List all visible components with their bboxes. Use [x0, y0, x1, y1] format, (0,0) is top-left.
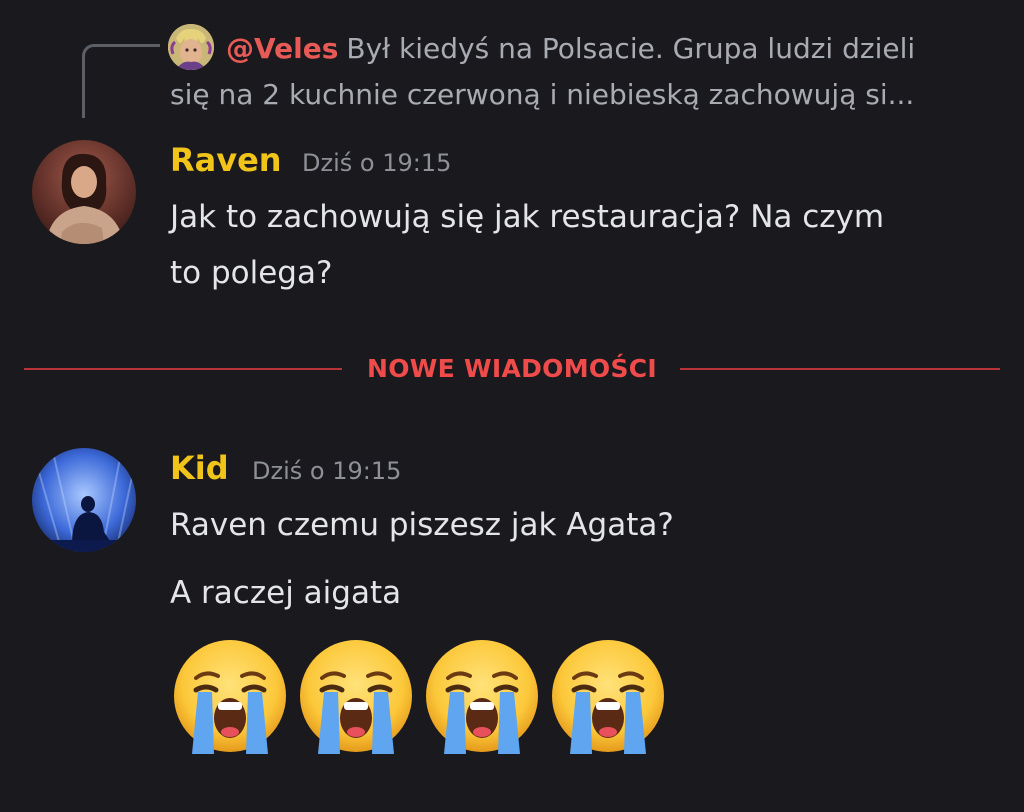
message-timestamp: Dziś o 19:15 [302, 149, 452, 177]
new-messages-divider-line-right [680, 368, 1000, 370]
message-text-line: A raczej aigata [170, 575, 402, 611]
new-messages-divider-line-left [24, 368, 342, 370]
message-timestamp: Dziś o 19:15 [252, 457, 402, 485]
reply-preview[interactable]: @Veles Był kiedyś na Polsacie. Grupa ludz… [170, 26, 1006, 111]
message-text-line: to polega? [170, 255, 333, 291]
new-messages-divider-label: NOWE WIADOMOŚCI [366, 354, 658, 383]
message-text-line: Raven czemu piszesz jak Agata? [170, 507, 674, 543]
avatar-raven[interactable] [32, 140, 136, 244]
kid-avatar-image [32, 448, 136, 552]
veles-avatar-image [168, 24, 214, 70]
message-author-raven[interactable]: Raven [170, 140, 282, 180]
loudly-crying-face-icon [552, 640, 664, 754]
reply-avatar[interactable] [168, 24, 214, 70]
loudly-crying-face-icon [174, 640, 286, 754]
avatar-kid[interactable] [32, 448, 136, 552]
message-text-line: Jak to zachowują się jak restauracja? Na… [170, 199, 885, 235]
loudly-crying-face-icon [300, 640, 412, 754]
reply-text-line2: się na 2 kuchnie czerwoną i niebieską za… [170, 78, 915, 111]
reply-text-line1: Był kiedyś na Polsacie. Grupa ludzi dzie… [346, 32, 916, 65]
reply-author[interactable]: @Veles [226, 32, 338, 65]
raven-avatar-image [32, 140, 136, 244]
reply-connector-line [82, 44, 160, 118]
loudly-crying-face-icon [426, 640, 538, 754]
message-author-kid[interactable]: Kid [170, 448, 229, 488]
